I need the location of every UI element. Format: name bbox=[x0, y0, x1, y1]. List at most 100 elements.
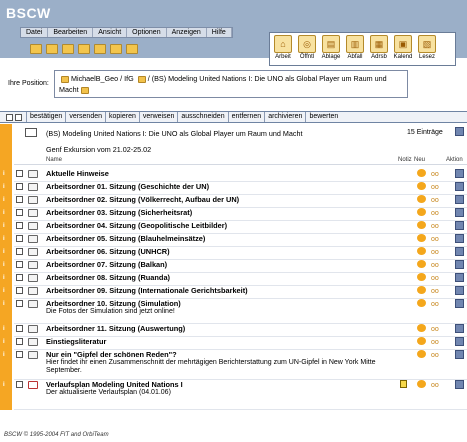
item-title[interactable]: Arbeitsordner 03. Sitzung (Sicherheitsra… bbox=[46, 208, 192, 217]
item-menu-button[interactable] bbox=[455, 337, 464, 346]
item-title[interactable]: Arbeitsordner 01. Sitzung (Geschichte de… bbox=[46, 182, 209, 191]
menu-anzeigen[interactable]: Anzeigen bbox=[167, 28, 207, 37]
column-notiz[interactable]: Notiz bbox=[398, 157, 412, 163]
action-versenden[interactable]: versenden bbox=[65, 112, 105, 122]
menu-ansicht[interactable]: Ansicht bbox=[93, 28, 128, 37]
copy-icon[interactable] bbox=[94, 44, 106, 54]
info-icon[interactable] bbox=[30, 44, 42, 54]
item-menu-button[interactable] bbox=[455, 169, 464, 178]
read-glasses-icon[interactable]: oo bbox=[431, 184, 439, 191]
breadcrumb-current[interactable]: / (BS) Modeling United Nations I: Die UN… bbox=[148, 74, 387, 83]
breadcrumb-current-cont[interactable]: Macht bbox=[59, 85, 79, 94]
row-checkbox[interactable] bbox=[16, 235, 23, 242]
read-glasses-icon[interactable]: oo bbox=[431, 223, 439, 230]
column-name[interactable]: Name bbox=[46, 157, 62, 163]
note-icon[interactable] bbox=[400, 380, 407, 388]
read-glasses-icon[interactable]: oo bbox=[431, 171, 439, 178]
item-title[interactable]: Arbeitsordner 06. Sitzung (UNHCR) bbox=[46, 247, 170, 256]
row-checkbox[interactable] bbox=[16, 183, 23, 190]
item-title[interactable]: Arbeitsordner 10. Sitzung (Simulation) bbox=[46, 299, 181, 308]
row-checkbox[interactable] bbox=[16, 222, 23, 229]
read-glasses-icon[interactable]: oo bbox=[431, 197, 439, 204]
row-checkbox[interactable] bbox=[16, 170, 23, 177]
read-glasses-icon[interactable]: oo bbox=[431, 275, 439, 282]
action-ausschneiden[interactable]: ausschneiden bbox=[177, 112, 227, 122]
folder-icon[interactable] bbox=[110, 44, 122, 54]
row-checkbox[interactable] bbox=[16, 381, 23, 388]
item-title[interactable]: Arbeitsordner 04. Sitzung (Geopolitische… bbox=[46, 221, 227, 230]
nav-oeffntl[interactable]: ◎ Öffntl bbox=[296, 35, 318, 63]
item-menu-button[interactable] bbox=[455, 195, 464, 204]
row-checkbox[interactable] bbox=[16, 300, 23, 307]
nav-arbeit[interactable]: ⌂ Arbeit bbox=[272, 35, 294, 63]
action-archivieren[interactable]: archivieren bbox=[264, 112, 305, 122]
action-entfernen[interactable]: entfernen bbox=[227, 112, 265, 122]
nav-ablage[interactable]: ▤ Ablage bbox=[320, 35, 342, 63]
row-checkbox[interactable] bbox=[16, 287, 23, 294]
action-bewerten[interactable]: bewerten bbox=[305, 112, 341, 122]
deselect-checkbox[interactable] bbox=[15, 113, 22, 121]
nav-kalend[interactable]: ▣ Kalend bbox=[392, 35, 414, 63]
item-menu-button[interactable] bbox=[455, 182, 464, 191]
action-bestaetigen[interactable]: bestätigen bbox=[26, 112, 65, 122]
select-all-checkbox[interactable] bbox=[6, 113, 13, 121]
read-glasses-icon[interactable]: oo bbox=[431, 339, 439, 346]
item-title[interactable]: Arbeitsordner 08. Sitzung (Ruanda) bbox=[46, 273, 170, 282]
column-neu[interactable]: Neu bbox=[414, 157, 425, 163]
item-title[interactable]: Arbeitsordner 02. Sitzung (Völkerrecht, … bbox=[46, 195, 239, 204]
item-menu-button[interactable] bbox=[455, 208, 464, 217]
row-marker: i bbox=[3, 210, 5, 216]
item-title[interactable]: Nur ein "Gipfel der schönen Reden"? bbox=[46, 350, 177, 359]
share-icon[interactable] bbox=[126, 44, 138, 54]
action-verweisen[interactable]: verweisen bbox=[138, 112, 178, 122]
item-title[interactable]: Einstiegsliteratur bbox=[46, 337, 106, 346]
folder-menu-button[interactable] bbox=[455, 127, 464, 136]
nav-adrsb[interactable]: ▦ Adrsb bbox=[368, 35, 390, 63]
item-title[interactable]: Arbeitsordner 09. Sitzung (International… bbox=[46, 286, 248, 295]
item-title[interactable]: Arbeitsordner 07. Sitzung (Balkan) bbox=[46, 260, 167, 269]
members-icon[interactable] bbox=[78, 44, 90, 54]
menu-datei[interactable]: Datei bbox=[21, 28, 49, 37]
item-menu-button[interactable] bbox=[455, 260, 464, 269]
item-menu-button[interactable] bbox=[455, 324, 464, 333]
item-menu-button[interactable] bbox=[455, 221, 464, 230]
item-title[interactable]: Arbeitsordner 05. Sitzung (Blauhelmeinsä… bbox=[46, 234, 205, 243]
item-menu-button[interactable] bbox=[455, 286, 464, 295]
row-marker: i bbox=[3, 184, 5, 190]
menu-bearbeiten[interactable]: Bearbeiten bbox=[48, 28, 94, 37]
item-menu-button[interactable] bbox=[455, 234, 464, 243]
new-folder-icon[interactable] bbox=[62, 44, 74, 54]
item-menu-button[interactable] bbox=[455, 273, 464, 282]
item-title[interactable]: Verlaufsplan Modeling United Nations I bbox=[46, 380, 183, 389]
item-title[interactable]: Aktuelle Hinweise bbox=[46, 169, 109, 178]
row-checkbox[interactable] bbox=[16, 209, 23, 216]
item-menu-button[interactable] bbox=[455, 350, 464, 359]
row-checkbox[interactable] bbox=[16, 338, 23, 345]
read-glasses-icon[interactable]: oo bbox=[431, 301, 439, 308]
item-menu-button[interactable] bbox=[455, 247, 464, 256]
row-checkbox[interactable] bbox=[16, 325, 23, 332]
item-title[interactable]: Arbeitsordner 11. Sitzung (Auswertung) bbox=[46, 324, 185, 333]
read-glasses-icon[interactable]: oo bbox=[431, 236, 439, 243]
item-menu-button[interactable] bbox=[455, 299, 464, 308]
row-checkbox[interactable] bbox=[16, 351, 23, 358]
row-checkbox[interactable] bbox=[16, 196, 23, 203]
read-glasses-icon[interactable]: oo bbox=[431, 382, 439, 389]
row-checkbox[interactable] bbox=[16, 274, 23, 281]
upload-icon[interactable] bbox=[46, 44, 58, 54]
read-glasses-icon[interactable]: oo bbox=[431, 249, 439, 256]
nav-lesez[interactable]: ▧ Lesez bbox=[416, 35, 438, 63]
read-glasses-icon[interactable]: oo bbox=[431, 262, 439, 269]
action-kopieren[interactable]: kopieren bbox=[105, 112, 139, 122]
read-glasses-icon[interactable]: oo bbox=[431, 288, 439, 295]
row-checkbox[interactable] bbox=[16, 248, 23, 255]
menu-hilfe[interactable]: Hilfe bbox=[207, 28, 232, 37]
read-glasses-icon[interactable]: oo bbox=[431, 326, 439, 333]
nav-abfall[interactable]: ▥ Abfall bbox=[344, 35, 366, 63]
row-checkbox[interactable] bbox=[16, 261, 23, 268]
read-glasses-icon[interactable]: oo bbox=[431, 352, 439, 359]
item-menu-button[interactable] bbox=[455, 380, 464, 389]
breadcrumb-home[interactable]: MichaelB_Geo / IfG bbox=[71, 74, 134, 83]
menu-optionen[interactable]: Optionen bbox=[127, 28, 167, 37]
read-glasses-icon[interactable]: oo bbox=[431, 210, 439, 217]
